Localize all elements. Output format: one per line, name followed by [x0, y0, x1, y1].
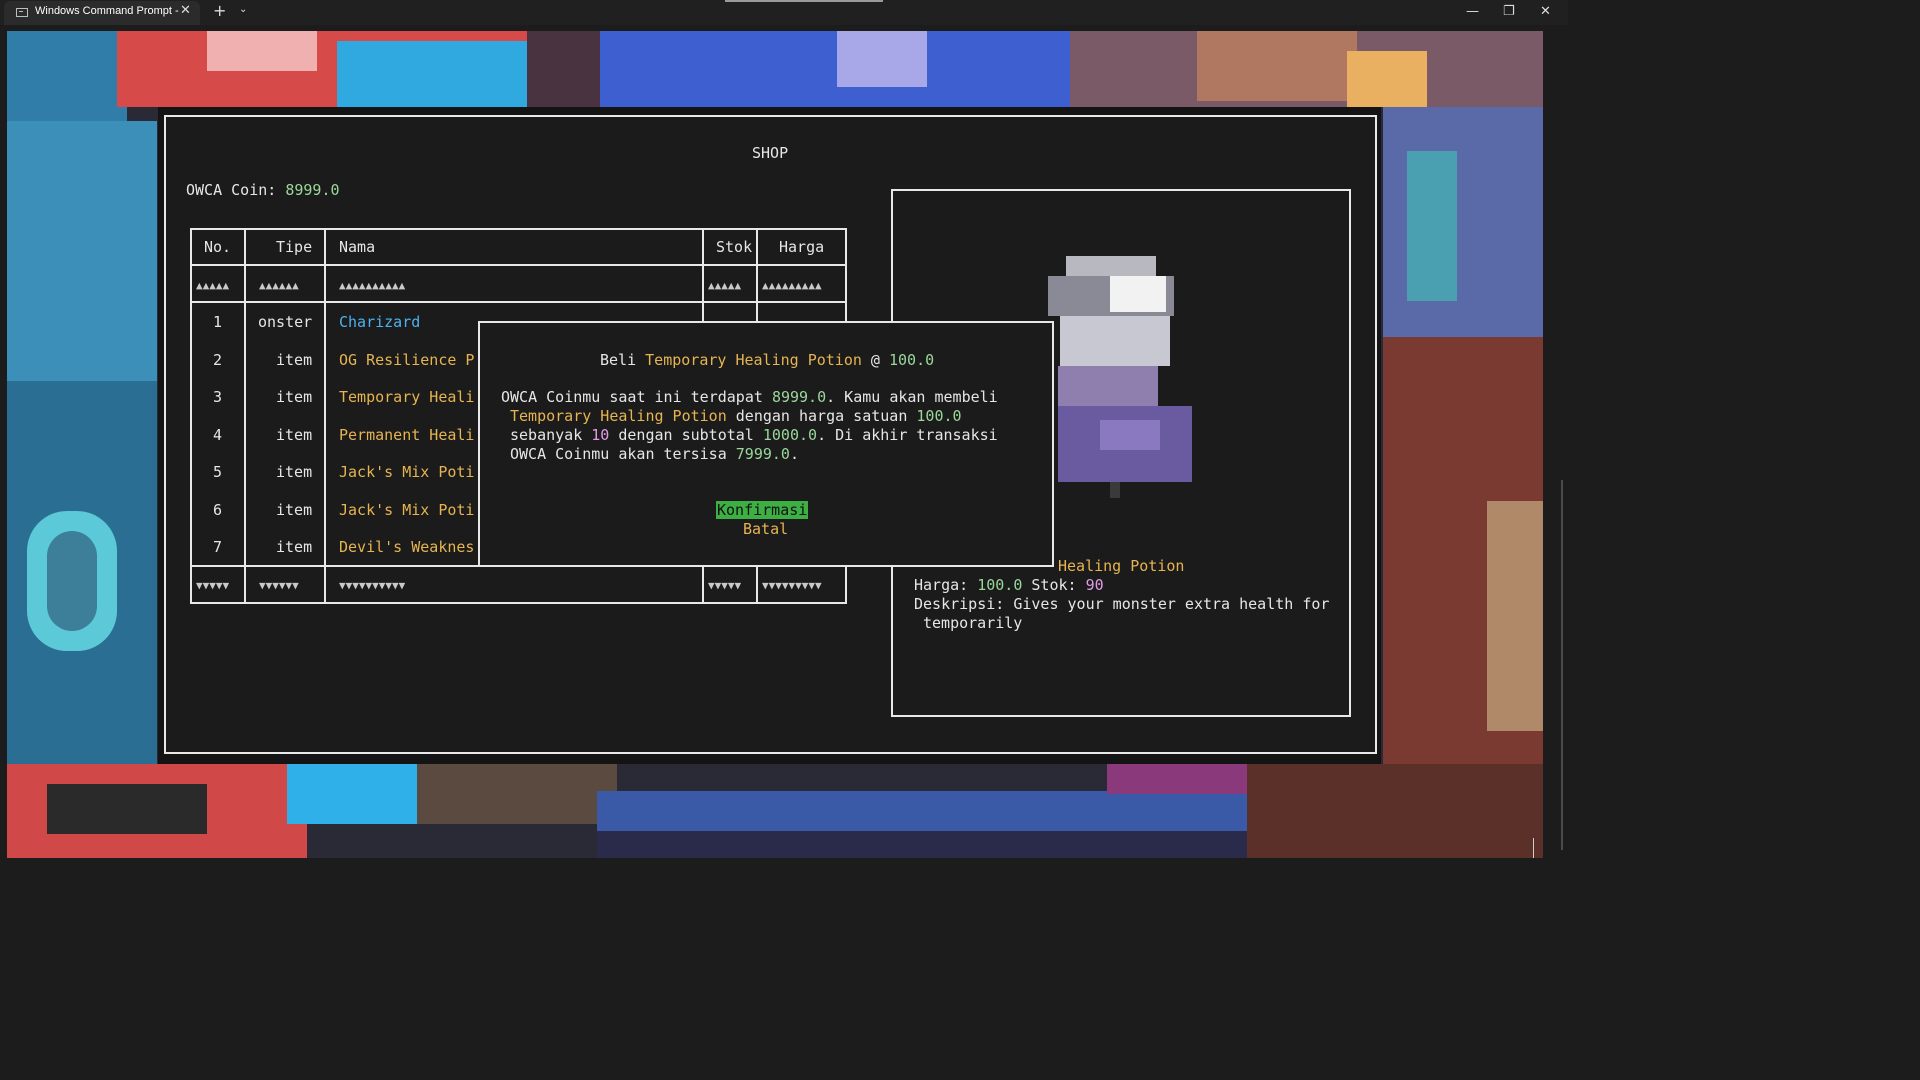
dialog-line-2: Temporary Healing Potion dengan harga sa… [510, 407, 962, 425]
dialog-quantity: 10 [591, 426, 610, 444]
dialog-subtotal: 1000.0 [762, 426, 818, 444]
row-tipe: onster [258, 313, 313, 331]
table-divider [190, 301, 847, 303]
header-stok: Stok [716, 238, 753, 256]
row-no: 4 [213, 426, 223, 444]
dialog-text: OWCA Coinmu akan tersisa [510, 445, 736, 463]
dialog-line-3: sebanyak 10 dengan subtotal 1000.0. Di a… [510, 426, 998, 444]
dialog-title-prefix: Beli [600, 351, 646, 369]
new-tab-button[interactable]: + [213, 1, 226, 20]
title-bar: Windows Command Prompt - ✕ + ⌄ — ❐ ✕ [0, 0, 1568, 25]
row-no: 5 [213, 463, 223, 481]
desc-label: Deskripsi: [914, 595, 1014, 613]
table-divider [190, 264, 847, 266]
dialog-at: @ [861, 351, 889, 369]
minimize-button[interactable]: — [1466, 4, 1479, 19]
scroll-up-stok[interactable]: ▲▲▲▲▲ [708, 279, 741, 292]
maximize-button[interactable]: ❐ [1503, 4, 1515, 19]
row-nama: Charizard [339, 313, 421, 331]
coin-label: OWCA Coin: [186, 181, 286, 199]
shop-title: SHOP [752, 144, 789, 162]
row-no: 6 [213, 501, 223, 519]
row-nama: Devil's Weaknes [339, 538, 475, 556]
harga-label: Harga: [914, 576, 978, 594]
row-no: 1 [213, 313, 223, 331]
tab-title: Windows Command Prompt - [35, 5, 179, 17]
detail-description-cont: temporarily [923, 614, 1023, 632]
cancel-button[interactable]: Batal [743, 520, 788, 538]
tab-command-prompt[interactable]: Windows Command Prompt - ✕ [4, 1, 200, 25]
text-cursor [1533, 838, 1534, 858]
dialog-text: . Di akhir transaksi [817, 426, 998, 444]
dialog-text: sebanyak [510, 426, 592, 444]
scroll-down-tipe[interactable]: ▼▼▼▼▼▼ [259, 579, 299, 592]
detail-price-stock: Harga: 100.0 Stok: 90 [914, 576, 1104, 594]
row-tipe: item [276, 426, 313, 444]
row-nama: Permanent Heali [339, 426, 475, 444]
header-harga: Harga [779, 238, 825, 256]
dialog-line-4: OWCA Coinmu akan tersisa 7999.0. [510, 445, 799, 463]
dialog-title: Beli Temporary Healing Potion @ 100.0 [600, 351, 934, 369]
tab-dropdown-icon[interactable]: ⌄ [239, 4, 247, 15]
header-no: No. [204, 238, 232, 256]
dialog-text: OWCA Coinmu saat ini terdapat [501, 388, 772, 406]
coin-display: OWCA Coin: 8999.0 [186, 181, 340, 199]
scroll-down-stok[interactable]: ▼▼▼▼▼ [708, 579, 741, 592]
dialog-item: Temporary Healing Potion [645, 351, 862, 369]
drag-indicator [725, 0, 883, 2]
header-tipe: Tipe [276, 238, 313, 256]
dialog-text: . [789, 445, 799, 463]
dialog-text: . Kamu akan membeli [826, 388, 998, 406]
scroll-down-harga[interactable]: ▼▼▼▼▼▼▼▼▼ [762, 579, 822, 592]
row-nama: Temporary Heali [339, 388, 475, 406]
row-tipe: item [276, 501, 313, 519]
row-no: 2 [213, 351, 223, 369]
row-tipe: item [276, 388, 313, 406]
dialog-text: dengan subtotal [609, 426, 763, 444]
row-tipe: item [276, 463, 313, 481]
row-no: 7 [213, 538, 223, 556]
dialog-remaining: 7999.0 [735, 445, 790, 463]
scroll-up-no[interactable]: ▲▲▲▲▲ [196, 279, 229, 292]
detail-item-name: Healing Potion [1058, 557, 1185, 575]
dialog-text: dengan harga satuan [726, 407, 917, 425]
row-tipe: item [276, 538, 313, 556]
dialog-unit-price: 100.0 [916, 407, 962, 425]
coin-value: 8999.0 [285, 181, 340, 199]
harga-value: 100.0 [977, 576, 1023, 594]
detail-description: Deskripsi: Gives your monster extra heal… [914, 595, 1329, 613]
row-tipe: item [276, 351, 313, 369]
desc-line1: Gives your monster extra health for [1013, 595, 1330, 613]
column-divider [324, 228, 326, 604]
scroll-thumb[interactable] [1561, 480, 1563, 850]
dialog-price: 100.0 [889, 351, 935, 369]
dialog-line-1: OWCA Coinmu saat ini terdapat 8999.0. Ka… [501, 388, 998, 406]
tab-close-icon[interactable]: ✕ [180, 3, 191, 18]
row-no: 3 [213, 388, 223, 406]
stok-value: 90 [1085, 576, 1104, 594]
close-button[interactable]: ✕ [1540, 4, 1551, 19]
column-divider [244, 228, 246, 604]
scroll-down-no[interactable]: ▼▼▼▼▼ [196, 579, 229, 592]
dialog-coin: 8999.0 [771, 388, 827, 406]
scroll-up-nama[interactable]: ▲▲▲▲▲▲▲▲▲▲ [339, 279, 405, 292]
row-nama: OG Resilience P [339, 351, 475, 369]
confirm-button[interactable]: Konfirmasi [716, 501, 809, 519]
row-nama: Jack's Mix Poti [339, 463, 475, 481]
terminal-icon [16, 8, 28, 17]
stok-label: Stok: [1022, 576, 1086, 594]
dialog-item: Temporary Healing Potion [510, 407, 727, 425]
scroll-down-nama[interactable]: ▼▼▼▼▼▼▼▼▼▼ [339, 579, 405, 592]
header-nama: Nama [339, 238, 376, 256]
row-nama: Jack's Mix Poti [339, 501, 475, 519]
scroll-up-tipe[interactable]: ▲▲▲▲▲▲ [259, 279, 299, 292]
scroll-up-harga[interactable]: ▲▲▲▲▲▲▲▲▲ [762, 279, 822, 292]
